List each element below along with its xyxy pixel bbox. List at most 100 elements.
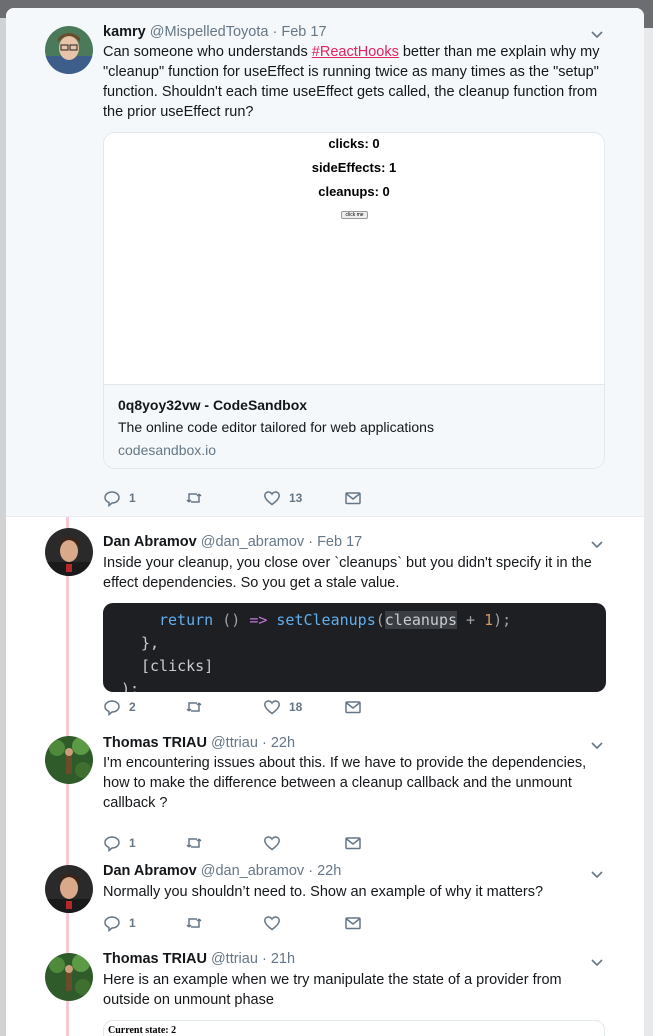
avatar[interactable] xyxy=(45,953,93,1001)
card-preview: clicks: 0 sideEffects: 1 cleanups: 0 cli… xyxy=(104,133,604,385)
tweet-dan-abramov[interactable]: Dan Abramov @dan_abramov · Feb 17 Inside… xyxy=(6,517,644,735)
retweet-button[interactable] xyxy=(185,488,211,508)
retweet-button[interactable] xyxy=(185,697,211,717)
timestamp[interactable]: 21h xyxy=(271,951,295,967)
tweet-text: Inside your cleanup, you close over `cle… xyxy=(103,555,592,591)
tweet-text: Here is an example when we try manipulat… xyxy=(103,972,562,1008)
like-count: 18 xyxy=(289,700,303,714)
retweet-button[interactable] xyxy=(185,833,211,853)
reply-count: 1 xyxy=(129,836,136,850)
reply-count: 1 xyxy=(129,916,136,930)
link-card[interactable]: clicks: 0 sideEffects: 1 cleanups: 0 cli… xyxy=(103,132,605,469)
retweet-icon xyxy=(186,493,202,503)
author-handle[interactable]: @dan_abramov xyxy=(201,534,304,550)
reply-icon xyxy=(104,491,120,507)
image-text: Current state: 2 xyxy=(108,1025,177,1036)
code-line: }, xyxy=(141,634,160,652)
avatar[interactable] xyxy=(45,528,93,576)
message-icon xyxy=(345,837,361,850)
timestamp[interactable]: Feb 17 xyxy=(281,24,326,40)
chevron-down-icon[interactable] xyxy=(590,956,604,970)
reply-icon xyxy=(104,700,120,716)
author-name[interactable]: kamry xyxy=(103,24,146,40)
author-handle[interactable]: @dan_abramov xyxy=(201,863,304,879)
reply-count: 1 xyxy=(129,491,136,505)
like-icon xyxy=(264,836,280,851)
tweet-text: Can someone who understands #ReactHooks … xyxy=(103,42,603,122)
action-bar: 1 xyxy=(103,913,403,933)
author-name[interactable]: Thomas TRIAU xyxy=(103,951,207,967)
tweet-thomas-triau-example[interactable]: Thomas TRIAU @ttriau · 21h Here is an ex… xyxy=(6,949,644,1036)
author-handle[interactable]: @ttriau xyxy=(211,735,258,751)
avatar[interactable] xyxy=(45,865,93,913)
timestamp[interactable]: Feb 17 xyxy=(317,534,362,550)
avatar[interactable] xyxy=(45,26,93,74)
message-icon xyxy=(345,492,361,505)
like-button[interactable] xyxy=(263,913,289,933)
tweet-header: kamry @MispelledToyota · Feb 17 xyxy=(103,24,327,44)
message-button[interactable] xyxy=(344,913,362,933)
author-handle[interactable]: @MispelledToyota xyxy=(150,24,269,40)
dot: · xyxy=(261,951,267,967)
reply-button[interactable]: 1 xyxy=(103,833,136,853)
message-icon xyxy=(345,701,361,714)
dot: · xyxy=(308,534,314,550)
tweet-thomas-triau[interactable]: Thomas TRIAU @ttriau · 22h I'm encounter… xyxy=(6,735,644,861)
author-name[interactable]: Thomas TRIAU xyxy=(103,735,207,751)
card-info: 0q8yoy32vw - CodeSandbox The online code… xyxy=(104,385,604,468)
reply-button[interactable]: 1 xyxy=(103,913,136,933)
chevron-down-icon[interactable] xyxy=(590,28,604,42)
code-screenshot[interactable]: return () => setCleanups(cleanups + 1); … xyxy=(103,603,606,692)
code-line: return () => setCleanups(cleanups + 1); xyxy=(159,611,512,629)
click-me-button[interactable]: click me xyxy=(341,211,368,219)
message-button[interactable] xyxy=(344,833,362,853)
preview-side-effects: sideEffects: 1 xyxy=(311,160,397,175)
tweet-text: Normally you shouldn’t need to. Show an … xyxy=(103,884,544,900)
chevron-down-icon[interactable] xyxy=(590,538,604,552)
action-bar: 2 18 xyxy=(103,697,403,717)
reply-icon xyxy=(104,836,120,852)
author-name[interactable]: Dan Abramov xyxy=(103,534,197,550)
timestamp[interactable]: 22h xyxy=(317,863,341,879)
tweet-text: I'm encountering issues about this. If w… xyxy=(103,755,587,811)
card-description: The online code editor tailored for web … xyxy=(118,419,434,435)
action-bar: 1 xyxy=(103,833,403,853)
like-button[interactable]: 18 xyxy=(263,697,302,717)
reply-button[interactable]: 1 xyxy=(103,488,136,508)
tweet-header: Thomas TRIAU @ttriau · 21h xyxy=(103,951,295,971)
dot: · xyxy=(261,735,267,751)
tweet-header: Dan Abramov @dan_abramov · 22h xyxy=(103,863,341,883)
reply-button[interactable]: 2 xyxy=(103,697,136,717)
author-name[interactable]: Dan Abramov xyxy=(103,863,197,879)
timestamp[interactable]: 22h xyxy=(271,735,295,751)
tweet-dan-abramov-reply[interactable]: Dan Abramov @dan_abramov · 22h Normally … xyxy=(6,861,644,949)
code-line: [clicks] xyxy=(141,657,214,675)
chevron-down-icon[interactable] xyxy=(590,739,604,753)
message-button[interactable] xyxy=(344,697,362,717)
tweet-kamry[interactable]: kamry @MispelledToyota · Feb 17 Can some… xyxy=(6,8,644,516)
like-button[interactable] xyxy=(263,833,289,853)
like-icon xyxy=(264,916,280,931)
chevron-down-icon[interactable] xyxy=(590,868,604,882)
tweet-header: Dan Abramov @dan_abramov · Feb 17 xyxy=(103,534,362,554)
code-line: ); xyxy=(121,680,140,692)
retweet-icon xyxy=(186,702,202,712)
tweet-header: Thomas TRIAU @ttriau · 22h xyxy=(103,735,295,755)
dot: · xyxy=(308,863,314,879)
avatar[interactable] xyxy=(45,736,93,784)
action-bar: 1 13 xyxy=(103,488,403,508)
author-handle[interactable]: @ttriau xyxy=(211,951,258,967)
retweet-button[interactable] xyxy=(185,913,211,933)
retweet-icon xyxy=(186,918,202,928)
message-icon xyxy=(345,917,361,930)
hashtag-link[interactable]: #ReactHooks xyxy=(312,44,399,60)
card-title: 0q8yoy32vw - CodeSandbox xyxy=(118,397,308,413)
text-part: Can someone who understands xyxy=(103,44,312,60)
conversation-modal: kamry @MispelledToyota · Feb 17 Can some… xyxy=(6,8,644,1036)
like-button[interactable]: 13 xyxy=(263,488,302,508)
preview-clicks: clicks: 0 xyxy=(328,136,380,151)
card-domain: codesandbox.io xyxy=(118,442,217,458)
reply-count: 2 xyxy=(129,700,136,714)
message-button[interactable] xyxy=(344,488,362,508)
attached-image[interactable]: Current state: 2 xyxy=(103,1020,605,1036)
